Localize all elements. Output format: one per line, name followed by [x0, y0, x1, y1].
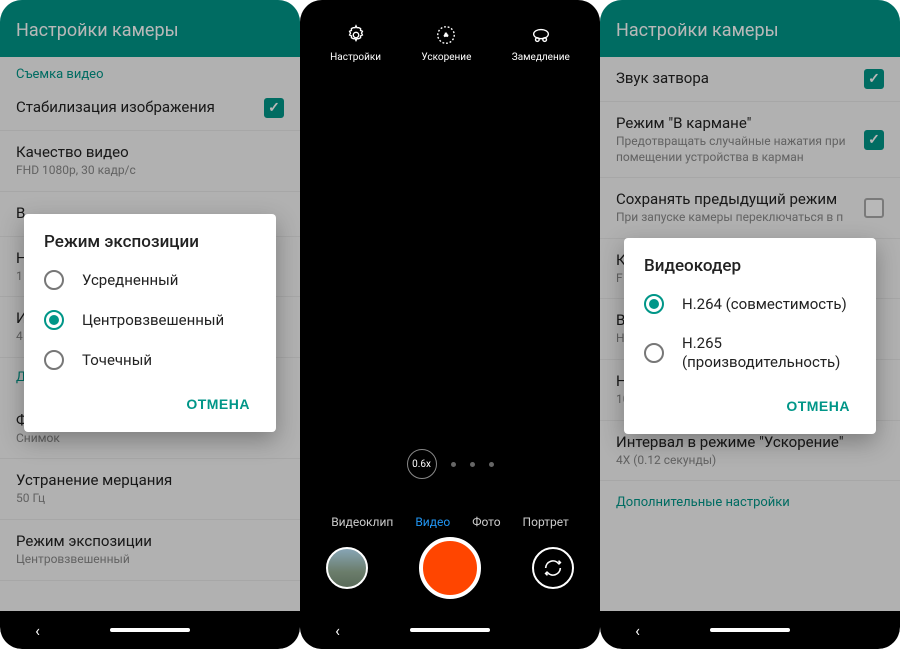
dialog-title: Видеокодер: [624, 256, 876, 284]
exposure-dialog: Режим экспозиции Усредненный Центровзвеш…: [24, 214, 276, 432]
settings-panel-right: Настройки камеры Звук затвора Режим "В к…: [600, 0, 900, 649]
mode-clip[interactable]: Видеоклип: [331, 515, 393, 529]
zoom-strip[interactable]: 0.6x: [300, 449, 600, 479]
mode-photo[interactable]: Фото: [472, 515, 500, 529]
camera-settings-button[interactable]: Настройки: [330, 24, 381, 63]
camera-modes[interactable]: Видеоклип Видео Фото Портрет: [300, 515, 600, 529]
camera-slowmo-button[interactable]: Замедление: [512, 24, 570, 63]
cancel-button[interactable]: ОТМЕНА: [176, 388, 260, 420]
back-icon[interactable]: ‹: [335, 621, 340, 640]
camera-top-bar: Настройки Ускорение Замедление: [300, 0, 600, 73]
camera-timelapse-button[interactable]: Ускорение: [421, 24, 471, 63]
mode-video[interactable]: Видео: [415, 515, 450, 529]
switch-camera-button[interactable]: [532, 547, 574, 589]
encoder-dialog: Видеокодер H.264 (совместимость) H.265 (…: [624, 238, 876, 434]
settings-panel-left: Настройки камеры Съемка видео Стабилизац…: [0, 0, 300, 649]
android-navbar: ‹ ·: [600, 611, 900, 649]
radio-option-h264[interactable]: H.264 (совместимость): [624, 284, 876, 324]
camera-panel: Настройки Ускорение Замедление 0.6x Виде…: [300, 0, 600, 649]
radio-option-spot[interactable]: Точечный: [24, 340, 276, 380]
home-pill[interactable]: [110, 628, 190, 632]
back-icon[interactable]: ‹: [635, 621, 640, 640]
radio-icon: [644, 294, 664, 314]
radio-label: Центровзвешенный: [82, 311, 224, 330]
zoom-dot: [451, 462, 456, 467]
camera-controls: [300, 537, 600, 599]
back-icon[interactable]: ‹: [35, 621, 40, 640]
radio-icon: [44, 270, 64, 290]
shutter-button[interactable]: [419, 537, 481, 599]
radio-option-center[interactable]: Центровзвешенный: [24, 300, 276, 340]
dialog-title: Режим экспозиции: [24, 232, 276, 260]
radio-option-averaged[interactable]: Усредненный: [24, 260, 276, 300]
radio-icon: [644, 343, 664, 363]
android-navbar: ‹ ·: [0, 611, 300, 649]
gallery-thumbnail[interactable]: [326, 547, 368, 589]
mode-portrait[interactable]: Портрет: [523, 515, 569, 529]
cancel-button[interactable]: ОТМЕНА: [776, 390, 860, 422]
home-pill[interactable]: [410, 628, 490, 632]
radio-label: Усредненный: [82, 271, 178, 290]
zoom-badge[interactable]: 0.6x: [407, 449, 437, 479]
label: Замедление: [512, 52, 570, 63]
label: Настройки: [330, 52, 381, 63]
radio-label: H.264 (совместимость): [682, 295, 847, 314]
home-pill[interactable]: [710, 628, 790, 632]
radio-label: H.265 (производительность): [682, 334, 856, 372]
label: Ускорение: [421, 52, 471, 63]
zoom-dot: [470, 462, 475, 467]
timelapse-icon: [435, 24, 457, 46]
radio-option-h265[interactable]: H.265 (производительность): [624, 324, 876, 382]
radio-icon: [44, 350, 64, 370]
zoom-dot: [489, 462, 494, 467]
radio-label: Точечный: [82, 351, 152, 370]
gear-icon: [345, 24, 367, 46]
radio-icon: [44, 310, 64, 330]
android-navbar: ‹ ·: [300, 611, 600, 649]
slowmo-icon: [530, 24, 552, 46]
